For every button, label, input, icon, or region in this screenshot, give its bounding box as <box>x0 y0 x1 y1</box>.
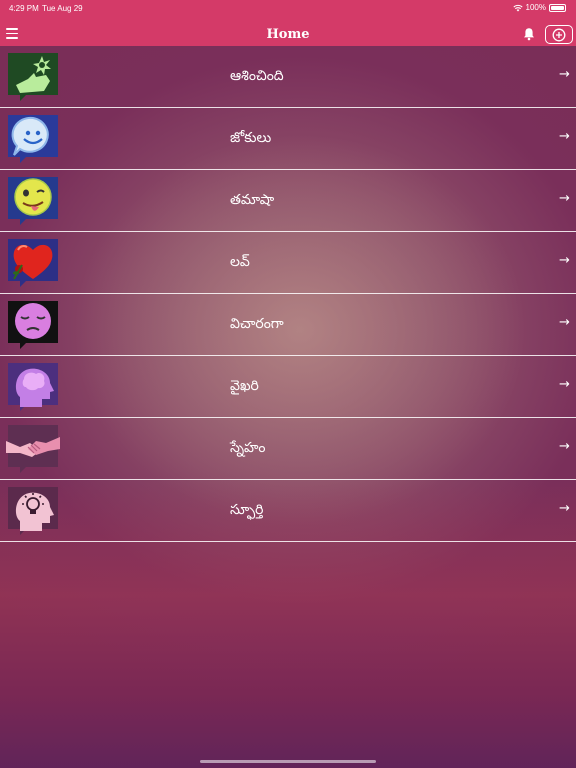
category-label: స్నేహం <box>230 440 266 456</box>
list-item-category[interactable]: ఆశించింది → <box>0 46 576 108</box>
arrow-right-icon: → <box>559 67 570 82</box>
list-item-category[interactable]: లవ్ → <box>0 232 576 294</box>
arrow-right-icon: → <box>559 439 570 454</box>
bell-icon[interactable] <box>522 27 536 41</box>
battery-icon <box>549 3 566 12</box>
list-item-category[interactable]: స్నేహం → <box>0 418 576 480</box>
category-list: ఆశించింది → జోకులు → తమాషా → లవ్ → విచార… <box>0 46 576 542</box>
smiley-bubble-icon <box>8 115 58 163</box>
category-label: లవ్ <box>230 254 250 270</box>
arrow-right-icon: → <box>559 315 570 330</box>
page-title: Home <box>266 27 310 42</box>
category-label: విచారంగా <box>230 316 284 332</box>
list-item-category[interactable]: విచారంగా → <box>0 294 576 356</box>
nav-bar: Home <box>0 22 576 46</box>
list-item-category[interactable]: జోకులు → <box>0 108 576 170</box>
add-button[interactable] <box>545 25 573 44</box>
arrow-right-icon: → <box>559 129 570 144</box>
hand-flower-icon <box>8 53 58 101</box>
arrow-right-icon: → <box>559 191 570 206</box>
heart-rose-icon <box>8 239 58 287</box>
list-item-category[interactable]: స్ఫూర్తి → <box>0 480 576 542</box>
home-indicator <box>200 760 376 763</box>
arrow-right-icon: → <box>559 253 570 268</box>
battery-percent: 100% <box>525 3 546 12</box>
head-brain-icon <box>8 363 58 411</box>
status-date: Tue Aug 29 <box>42 4 83 13</box>
handshake-icon <box>6 425 60 473</box>
arrow-right-icon: → <box>559 501 570 516</box>
tongue-face-icon <box>8 177 58 225</box>
list-item-category[interactable]: తమాషా → <box>0 170 576 232</box>
arrow-right-icon: → <box>559 377 570 392</box>
wifi-icon <box>512 4 523 11</box>
category-label: వైఖరి <box>230 378 259 394</box>
lightbulb-head-icon <box>8 487 58 535</box>
category-label: స్ఫూర్తి <box>230 502 264 518</box>
sad-face-icon <box>8 301 58 349</box>
list-item-category[interactable]: వైఖరి → <box>0 356 576 418</box>
category-label: తమాషా <box>230 192 275 208</box>
category-label: జోకులు <box>230 130 272 146</box>
status-time: 4:29 PM <box>9 4 39 13</box>
status-indicators: 100% <box>512 3 566 12</box>
status-bar: 4:29 PM Tue Aug 29 100% <box>0 0 576 22</box>
category-label: ఆశించింది <box>230 68 284 84</box>
plus-circle-icon <box>552 28 566 41</box>
